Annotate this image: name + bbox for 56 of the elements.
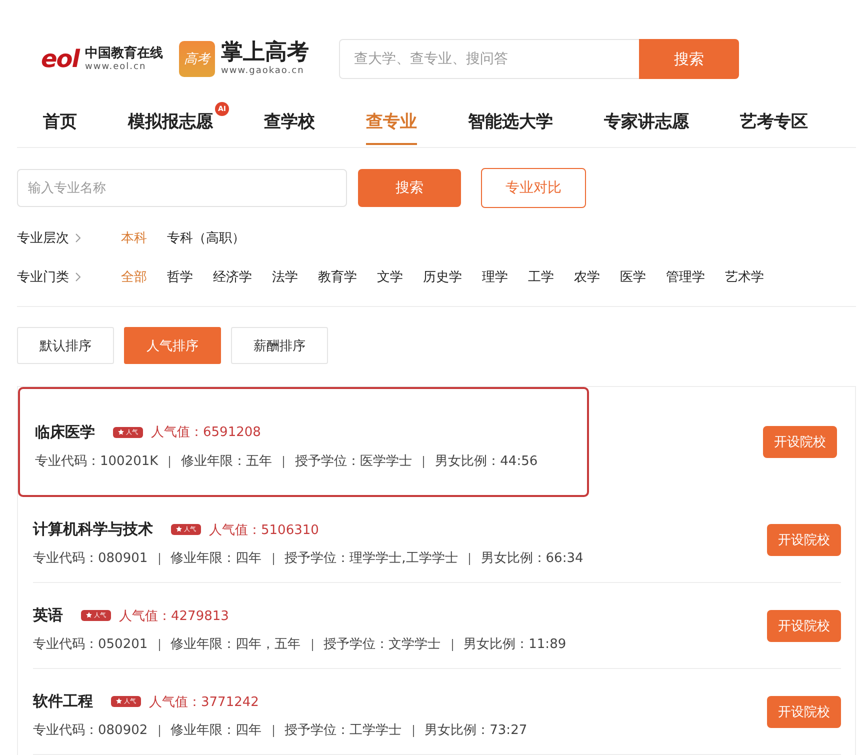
major-detail: 男女比例：66:34 — [468, 553, 594, 565]
major-detail: 男女比例：44:56 — [423, 456, 549, 468]
filter-label: 专业层次 — [17, 228, 121, 246]
nav-tab[interactable]: 专家讲志愿 — [604, 100, 689, 145]
logo-url: www.gaokao.cn — [221, 67, 306, 76]
major-detail: 专业代码：100201K — [35, 456, 160, 468]
major-detail: 专业代码：080902 — [33, 725, 149, 737]
filter-option[interactable]: 哲学 — [167, 268, 193, 286]
filter-option[interactable]: 管理学 — [666, 268, 705, 286]
major-search-field[interactable]: 输入专业名称 — [17, 169, 347, 207]
filter-option[interactable]: 艺术学 — [725, 268, 764, 286]
major-name[interactable]: 临床医学 — [35, 422, 95, 442]
major-detail: 授予学位：医学学士 — [283, 456, 424, 468]
filter-option[interactable]: 教育学 — [318, 268, 357, 286]
logo-url: www.eol.cn — [85, 62, 148, 72]
logo-name: 掌上高考 — [221, 42, 309, 64]
major-detail: 修业年限：四年，五年 — [158, 639, 312, 651]
filter-option[interactable]: 法学 — [272, 268, 298, 286]
sort-tab[interactable]: 默认排序 — [17, 327, 114, 364]
chevron-icon — [75, 232, 81, 243]
major-detail: 男女比例：73:27 — [412, 725, 538, 737]
logo-name: 中国教育在线 — [85, 46, 163, 60]
major-detail: 专业代码：050201 — [33, 639, 149, 651]
nav-tab[interactable]: 查学校 — [264, 100, 315, 145]
popularity-value: 人气值：6591208 — [151, 424, 261, 441]
popularity-value: 人气值：5106310 — [209, 522, 319, 538]
filter-option[interactable]: 专科（高职） — [167, 228, 245, 246]
major-detail: 专业代码：080901 — [33, 553, 149, 565]
filter-option[interactable]: 文学 — [377, 268, 403, 286]
major-name[interactable]: 软件工程 — [33, 692, 93, 711]
major-name[interactable]: 计算机科学与技术 — [33, 520, 153, 539]
app-logo: 高考 — [179, 41, 215, 77]
nav-tab[interactable]: 艺考专区 — [740, 100, 808, 145]
major-detail: 修业年限：五年 — [169, 456, 284, 468]
major-detail: 修业年限：四年 — [158, 553, 273, 565]
major-detail: 修业年限：四年 — [158, 725, 273, 737]
major-detail: 授予学位：理学学士,工学学士 — [272, 553, 469, 565]
eol-logo: eol — [41, 45, 79, 73]
filter-option[interactable]: 农学 — [574, 268, 600, 286]
major-detail: 男女比例：11:89 — [452, 639, 578, 651]
filter-label: 专业门类 — [17, 268, 121, 286]
filter-option[interactable]: 医学 — [620, 268, 646, 286]
popularity-value: 人气值：4279813 — [119, 608, 229, 624]
filter-option[interactable]: 工学 — [528, 268, 554, 286]
filter-option[interactable]: 经济学 — [213, 268, 252, 286]
popularity-value: 人气值：3771242 — [149, 694, 259, 710]
filter-option[interactable]: 理学 — [482, 268, 508, 286]
major-name[interactable]: 英语 — [33, 606, 63, 625]
major-detail: 授予学位：文学学士 — [312, 639, 452, 651]
sort-tab[interactable]: 薪酬排序 — [231, 327, 328, 364]
major-detail: 授予学位：工学学士 — [272, 725, 413, 737]
search-field[interactable]: 查大学、查专业、搜问答 — [339, 39, 639, 79]
nav-tab[interactable]: 智能选大学 — [468, 100, 553, 145]
filter-option[interactable]: 历史学 — [423, 268, 462, 286]
nav-tab[interactable]: 首页 — [43, 100, 77, 145]
chevron-icon — [75, 272, 81, 282]
